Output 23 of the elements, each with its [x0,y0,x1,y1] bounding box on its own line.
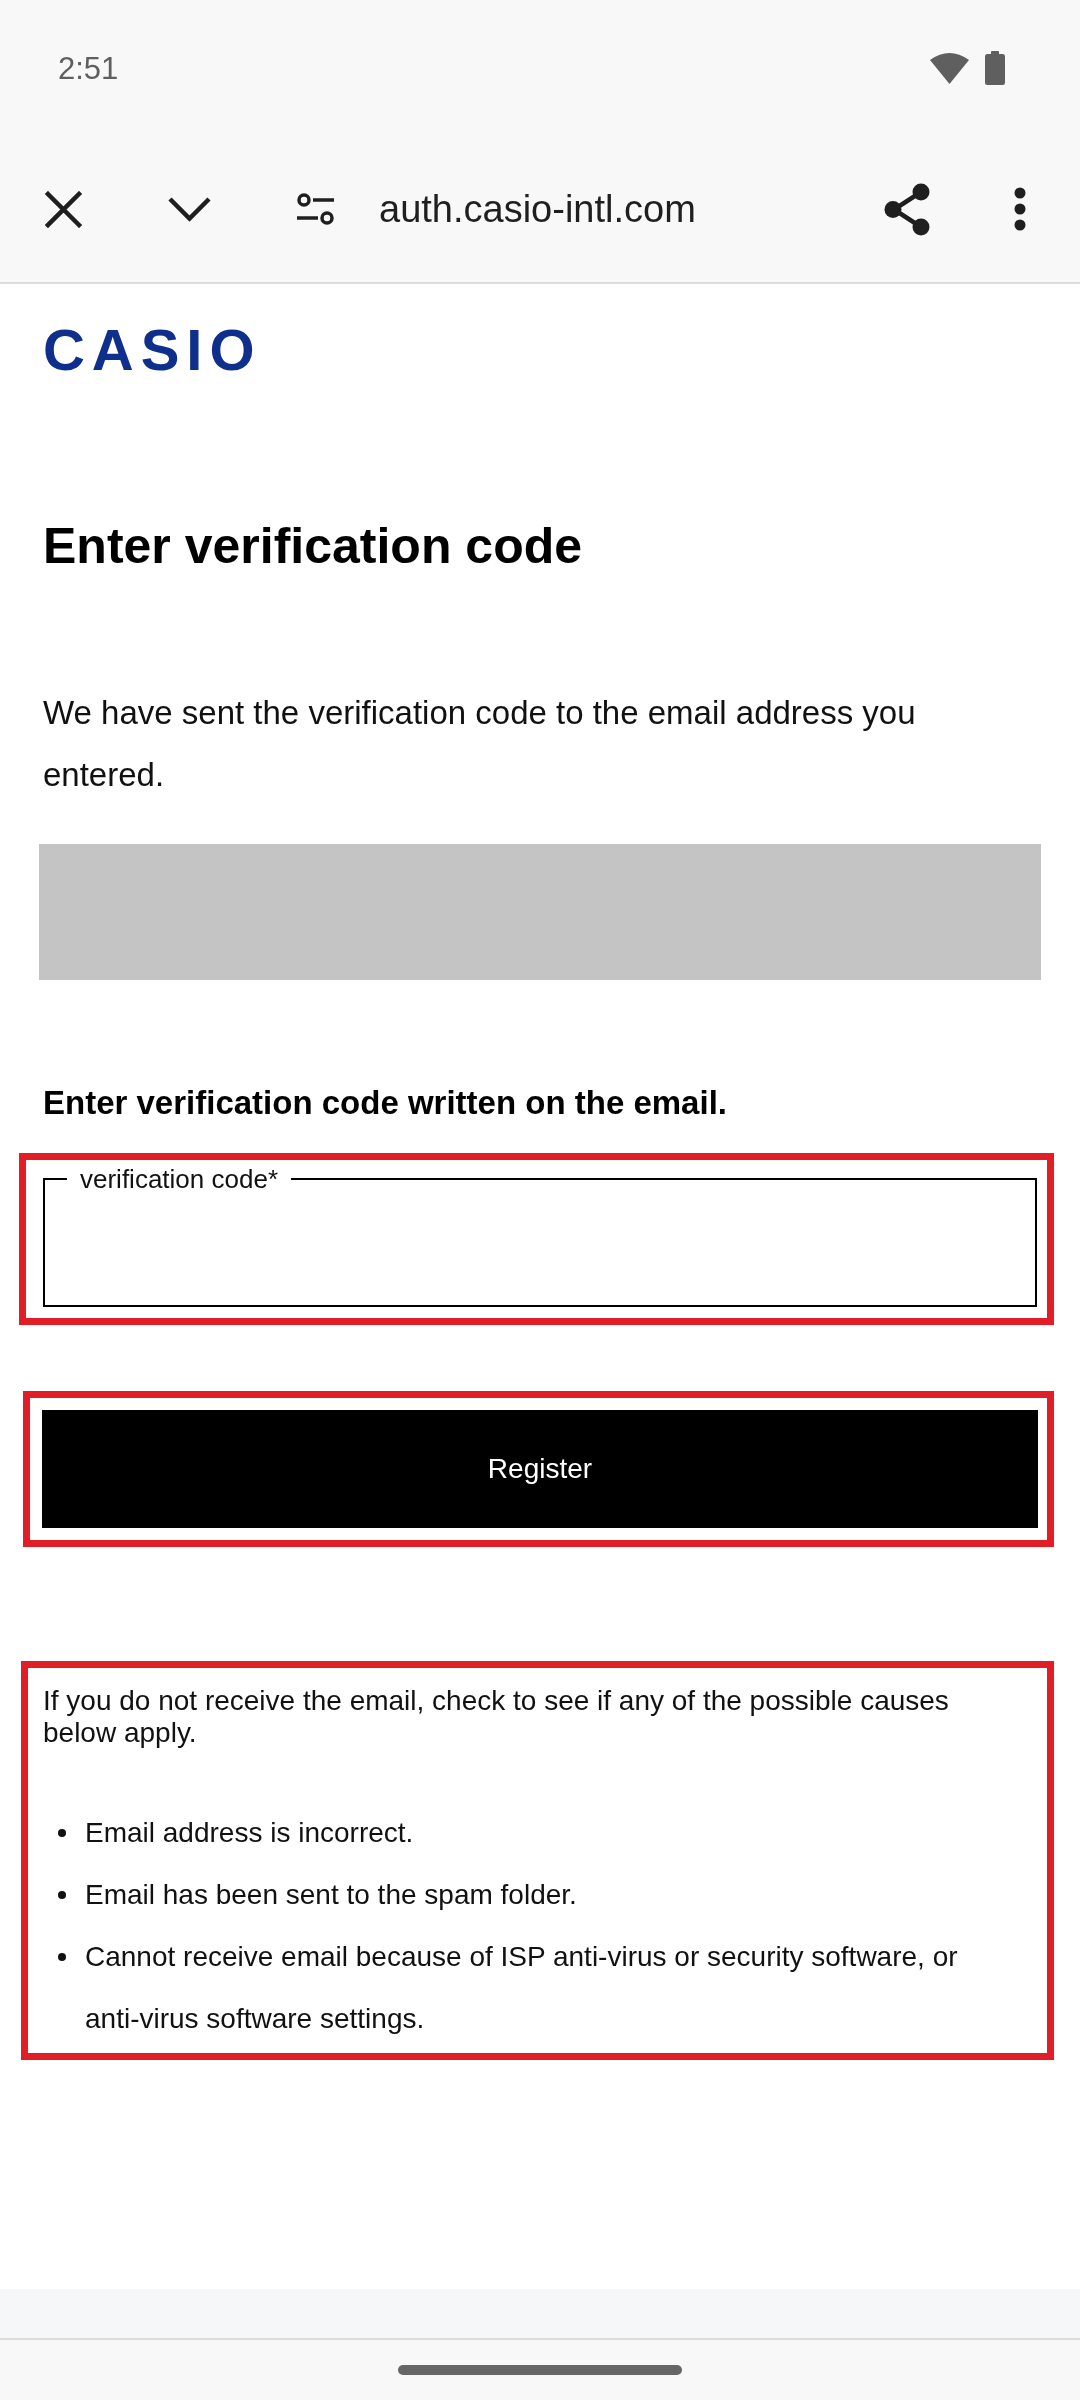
more-options-icon[interactable] [1014,187,1026,231]
register-button[interactable]: Register [42,1410,1038,1528]
url-text[interactable]: auth.casio-intl.com [379,190,884,228]
close-icon[interactable] [45,190,82,228]
code-prompt: Enter verification code written on the email. [43,1083,728,1123]
bullet-icon [58,1891,66,1899]
bullet-icon [58,1829,66,1837]
status-time: 2:51 [58,52,119,84]
share-icon[interactable] [884,182,931,236]
chevron-down-icon[interactable] [167,196,212,222]
cause-text: Cannot receive email because of ISP anti-virus or security software, or anti-virus software settings. [85,1940,959,2036]
verification-code-field[interactable]: verification code* [43,1166,1037,1307]
wifi-icon [930,52,969,84]
home-handle[interactable] [398,2365,682,2375]
help-text: If you do not receive the email, check to see if any of the possible causes below apply. [43,1685,950,1749]
intro-text: We have sent the verification code to the email address you entered. [43,693,917,795]
bullet-icon [58,1953,66,1961]
tune-icon[interactable] [296,193,335,225]
battery-icon [985,51,1005,85]
page-title: Enter verification code [43,517,584,575]
casio-logo[interactable]: CASIO [43,321,262,379]
cause-text: Email has been sent to the spam folder. [85,1878,577,1912]
cause-text: Email address is incorrect. [85,1816,414,1850]
